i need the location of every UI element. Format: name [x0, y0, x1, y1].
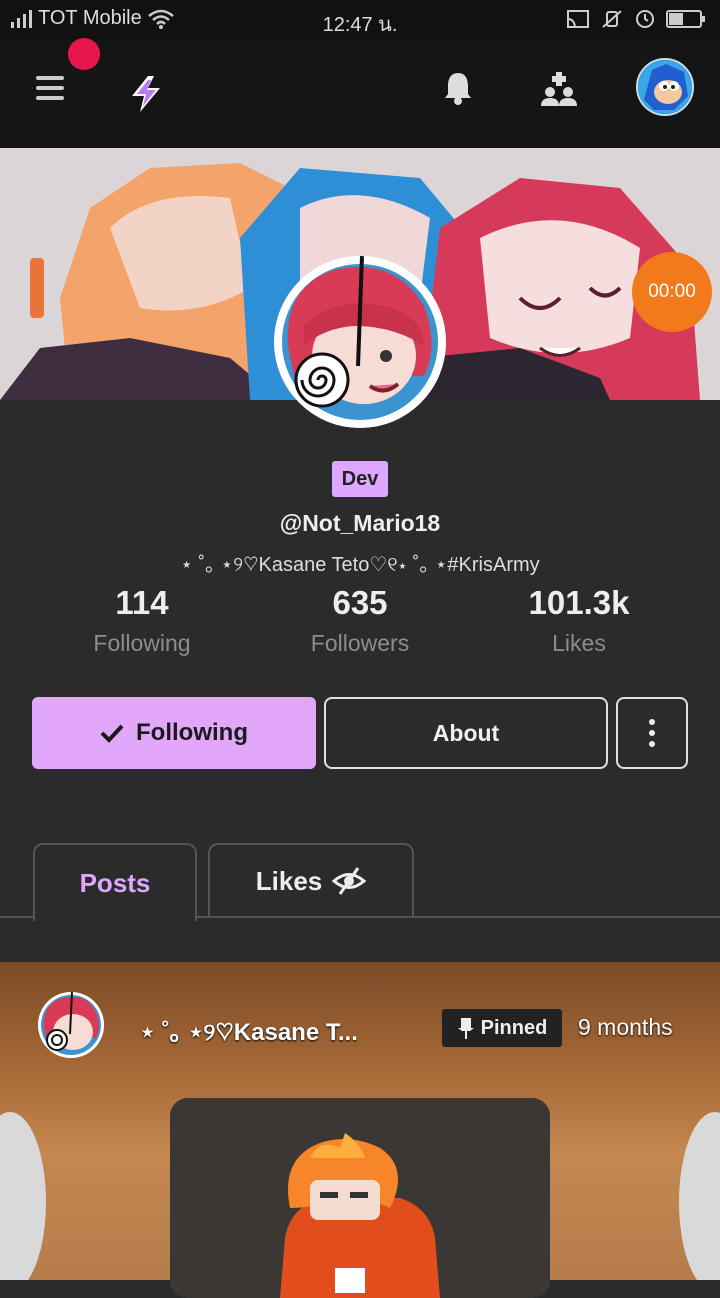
- post-media[interactable]: [170, 1098, 550, 1298]
- hidden-eye-icon: [332, 867, 367, 895]
- about-button[interactable]: About: [324, 697, 608, 769]
- followers-count[interactable]: 635: [240, 584, 480, 622]
- followers-label[interactable]: Followers: [240, 630, 480, 657]
- profile-avatar[interactable]: [274, 256, 446, 428]
- add-friends-icon[interactable]: [540, 72, 578, 108]
- status-icons: [566, 8, 706, 30]
- more-dot: [649, 730, 655, 736]
- notification-dot: [68, 38, 100, 70]
- menu-icon[interactable]: [30, 72, 70, 108]
- lightning-icon[interactable]: [128, 74, 164, 114]
- pin-icon: [457, 1018, 474, 1039]
- post-timestamp: 9 months: [578, 1014, 673, 1040]
- cast-icon: [567, 10, 589, 28]
- dev-badge: Dev: [332, 461, 388, 497]
- tab-likes-label: Likes: [255, 865, 323, 896]
- bell-icon[interactable]: [442, 70, 474, 106]
- following-button[interactable]: Following: [32, 697, 316, 769]
- checkmark-icon: [100, 724, 124, 743]
- more-options-button[interactable]: [616, 697, 688, 769]
- recording-timer[interactable]: 00:00: [632, 252, 712, 332]
- tab-posts[interactable]: Posts: [33, 843, 197, 921]
- alarm-icon: [636, 10, 654, 28]
- pinned-label: Pinned: [480, 1016, 548, 1039]
- mute-icon: [602, 10, 622, 28]
- likes-count[interactable]: 101.3k: [459, 584, 699, 622]
- status-bar: TOT Mobile 12:47 น.: [0, 0, 720, 40]
- more-dot: [649, 741, 655, 747]
- user-avatar[interactable]: [636, 58, 694, 116]
- likes-label[interactable]: Likes: [459, 630, 699, 657]
- following-count[interactable]: 114: [22, 584, 262, 622]
- top-app-bar: [0, 40, 720, 148]
- username-handle: @Not_Mario18: [279, 510, 441, 536]
- post-author-avatar[interactable]: [38, 992, 104, 1058]
- tab-likes[interactable]: Likes: [208, 843, 414, 917]
- profile-bio: ⋆ ˚｡ ⋆୨♡Kasane Teto♡୧⋆ ˚｡ ⋆#KrisArmy: [180, 554, 540, 576]
- more-dot: [649, 719, 655, 725]
- post-author-name[interactable]: ⋆ ˚｡ ⋆୨♡Kasane T...: [140, 1012, 358, 1047]
- battery-icon: [666, 10, 705, 28]
- following-button-label: Following: [136, 719, 248, 746]
- following-label[interactable]: Following: [22, 630, 262, 657]
- pinned-badge: Pinned: [442, 1009, 562, 1047]
